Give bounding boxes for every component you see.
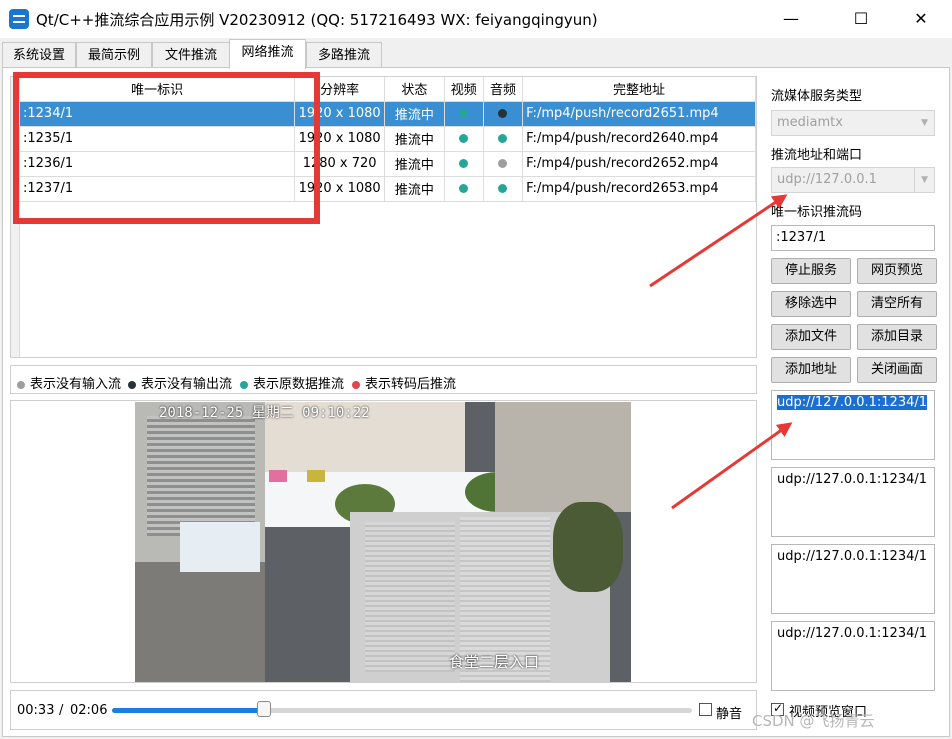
column-header-url[interactable]: 完整地址 [522,77,756,102]
chevron-down-icon: ▼ [921,118,928,128]
stream-id-label: 唯一标识推流码 [771,205,863,220]
mute-checkbox[interactable] [699,703,712,716]
maximize-button[interactable]: ☐ [838,0,884,38]
tab-file-push[interactable]: 文件推流 [152,42,230,68]
stop-service-button[interactable]: 停止服务 [771,258,851,284]
status-legend: 表示没有输入流 表示没有输出流 表示原数据推流 表示转码后推流 [10,365,757,394]
window-title: Qt/C++推流综合应用示例 V20230912 (QQ: 517216493 … [36,11,598,29]
url-cell: F:/mp4/push/record2653.mp4 [522,176,756,202]
audio-status-cell [483,101,524,127]
tab-bar: 系统设置 最简示例 文件推流 网络推流 多路推流 [0,38,952,69]
teal-dot-icon [459,184,469,193]
progress-slider[interactable] [112,708,692,713]
status-cell: 推流中 [384,101,445,127]
teal-dot-icon [459,109,469,118]
title-bar: Qt/C++推流综合应用示例 V20230912 (QQ: 517216493 … [0,0,952,38]
gray-dot-icon [17,380,25,389]
close-view-button[interactable]: 关闭画面 [857,357,937,383]
minimize-button[interactable]: — [768,0,814,38]
add-file-button[interactable]: 添加文件 [771,324,851,350]
tab-system-settings[interactable]: 系统设置 [2,42,76,68]
tab-multi-push[interactable]: 多路推流 [306,42,382,68]
stream-id-input[interactable]: :1237/1 [771,225,935,251]
teal-dot-icon [498,134,508,143]
video-status-cell [444,126,484,152]
mute-label: 静音 [716,707,743,722]
legend-item-transcode-push: 表示转码后推流 [352,373,456,392]
add-address-button[interactable]: 添加地址 [771,357,851,383]
legend-item-raw-push: 表示原数据推流 [240,373,344,392]
push-address-combo[interactable]: udp://127.0.0.1 ▼ [771,167,935,193]
time-separator: / [59,703,64,718]
remove-selected-button[interactable]: 移除选中 [771,291,851,317]
teal-dot-icon [459,159,469,168]
push-address-label: 推流地址和端口 [771,148,863,163]
video-caption: 食堂二层入口 [449,653,540,671]
status-cell: 推流中 [384,126,445,152]
video-status-cell [444,151,484,177]
status-cell: 推流中 [384,151,445,177]
audio-status-cell [483,126,524,152]
url-textbox-1[interactable]: udp://127.0.0.1:1234/1 [771,390,935,460]
audio-status-cell [483,176,524,202]
url-cell: F:/mp4/push/record2640.mp4 [522,126,756,152]
server-type-label: 流媒体服务类型 [771,89,863,104]
black-dot-icon [498,109,508,118]
column-header-audio[interactable]: 音频 [483,77,524,102]
teal-dot-icon [240,380,248,389]
tab-simple-demo[interactable]: 最简示例 [76,42,152,68]
url-textbox-3[interactable]: udp://127.0.0.1:1234/1 [771,544,935,614]
red-dot-icon [352,380,360,389]
watermark: CSDN @飞扬青云 [752,712,875,730]
app-icon [9,9,29,29]
url-cell: F:/mp4/push/record2651.mp4 [522,101,756,127]
column-header-video[interactable]: 视频 [444,77,484,102]
control-panel: 流媒体服务类型 mediamtx ▼ 推流地址和端口 udp://127.0.0.… [763,76,943,730]
current-time: 00:33 [17,703,55,718]
audio-status-cell [483,151,524,177]
video-status-cell [444,101,484,127]
url-textbox-2[interactable]: udp://127.0.0.1:1234/1 [771,467,935,537]
total-duration: 02:06 [70,703,108,718]
url-cell: F:/mp4/push/record2652.mp4 [522,151,756,177]
teal-dot-icon [459,134,469,143]
video-status-cell [444,176,484,202]
black-dot-icon [128,380,136,389]
status-cell: 推流中 [384,176,445,202]
close-button[interactable]: ✕ [898,0,944,38]
tab-network-push[interactable]: 网络推流 [229,39,306,69]
progress-fill [112,708,264,713]
chevron-down-icon: ▼ [921,175,928,185]
clear-all-button[interactable]: 清空所有 [857,291,937,317]
add-directory-button[interactable]: 添加目录 [857,324,937,350]
column-header-status[interactable]: 状态 [384,77,445,102]
url-textbox-4[interactable]: udp://127.0.0.1:1234/1 [771,621,935,691]
web-preview-button[interactable]: 网页预览 [857,258,937,284]
teal-dot-icon [498,184,508,193]
gray-dot-icon [498,159,508,168]
progress-handle[interactable] [256,701,271,717]
annotation-rectangle [13,72,320,224]
video-preview[interactable]: 2018-12-25 星期二 09:10:22 食堂二层入口 [135,402,631,682]
server-type-combo[interactable]: mediamtx ▼ [771,110,935,136]
legend-item-no-output: 表示没有输出流 [128,373,232,392]
video-timestamp: 2018-12-25 星期二 09:10:22 [159,405,370,421]
legend-item-no-input: 表示没有输入流 [17,373,121,392]
